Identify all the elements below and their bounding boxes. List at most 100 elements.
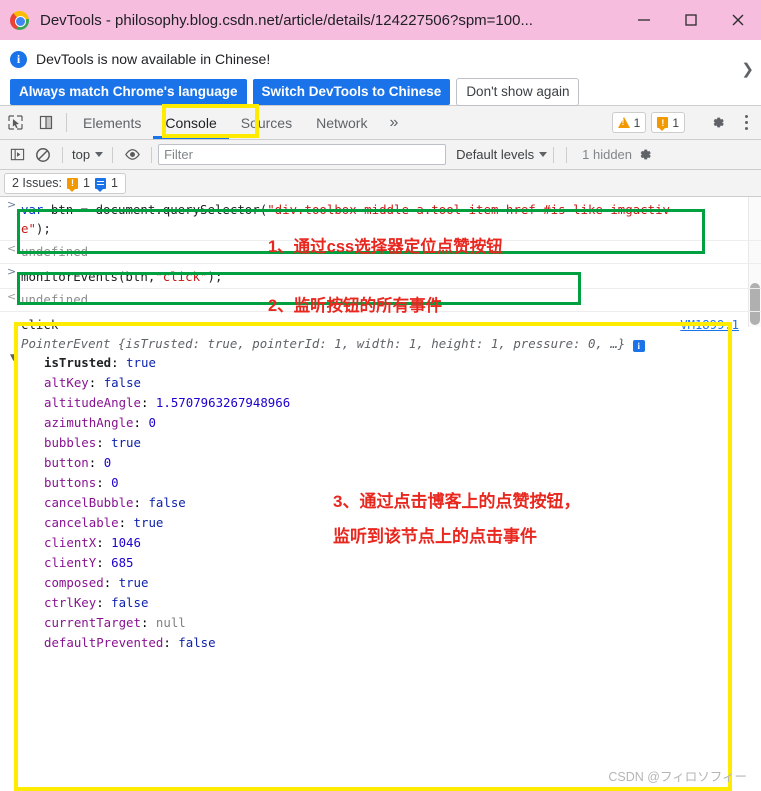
more-tabs-icon[interactable]: » [379,106,408,139]
property-key: cancelable [44,515,119,530]
issues-chip[interactable]: 2 Issues: ! 1 1 [4,172,126,194]
console-toolbar: top Default levels 1 hidden [0,140,761,170]
filter-input[interactable] [158,144,447,165]
toolbar-divider [66,113,67,132]
property-value: 1046 [111,535,141,550]
tab-sources[interactable]: Sources [229,106,304,139]
code-token-plain: ); [207,269,223,284]
monitored-event-log: click VM1899:1 ▼ PointerEvent {isTrusted… [0,312,761,657]
property-row[interactable]: altitudeAngle: 1.5707963267948966 [44,393,761,413]
property-colon: : [96,535,112,550]
warning-triangle-icon [617,117,630,128]
dont-show-again-button[interactable]: Don't show again [456,78,580,106]
event-object-summary-text: PointerEvent {isTrusted: true, pointerId… [21,336,626,351]
issue-count-badge[interactable]: ! 1 [651,112,685,133]
execution-context-selector[interactable]: top [69,147,106,162]
property-row[interactable]: ctrlKey: false [44,593,761,613]
property-value: true [133,515,164,530]
property-row[interactable]: defaultPrevented: false [44,633,761,653]
expand-arrow-icon[interactable]: ▼ [10,353,17,363]
event-source-link[interactable]: VM1899:1 [680,318,739,332]
console-result-text: undefined [21,292,89,307]
code-token-plain: ); [35,221,51,236]
property-colon: : [96,555,112,570]
tab-console[interactable]: Console [153,106,230,139]
live-expression-eye-icon[interactable] [119,142,145,168]
property-row[interactable]: composed: true [44,573,761,593]
property-colon: : [89,655,104,657]
log-levels-label: Default levels [456,147,535,162]
property-value: 685 [111,555,134,570]
property-row[interactable]: button: 0 [44,453,761,473]
property-value: false [103,375,141,390]
console-sidebar-icon[interactable] [4,142,30,168]
property-value: false [178,635,216,650]
property-row[interactable]: bubbles: true [44,433,761,453]
property-row[interactable]: buttons: 0 [44,473,761,493]
property-row[interactable]: isTrusted: true [44,353,761,373]
code-token-plain: monitorEvents(btn, [21,269,156,284]
execution-context-label: top [72,147,91,162]
property-key: detail [44,655,89,657]
close-icon[interactable] [714,0,761,40]
property-row[interactable]: cancelBubble: false [44,493,761,513]
chevron-right-icon[interactable]: ❯ [741,62,754,77]
clear-console-icon[interactable] [30,142,56,168]
device-toolbar-icon[interactable] [31,106,62,139]
property-value: null [155,615,186,630]
property-row[interactable]: altKey: false [44,373,761,393]
property-row[interactable]: cancelable: true [44,513,761,533]
notification-message: DevTools is now available in Chinese! [36,51,271,67]
console-input-row[interactable]: > var btn = document.querySelector("div.… [0,197,761,241]
property-value: false [148,495,186,510]
property-row[interactable]: clientY: 685 [44,553,761,573]
property-key: currentTarget [44,615,141,630]
property-key: clientX [44,535,97,550]
property-key: ctrlKey [44,595,97,610]
property-value: 0 [148,415,156,430]
kebab-menu-icon[interactable] [735,115,757,130]
console-input-code: var btn = document.querySelector("div.to… [21,200,761,238]
csdn-watermark: CSDN @フィロソフィー [608,770,747,784]
property-row[interactable]: currentTarget: null [44,613,761,633]
property-row[interactable]: clientX: 1046 [44,533,761,553]
warning-count-label: 1 [633,115,641,130]
property-key: cancelBubble [44,495,134,510]
property-colon: : [88,455,104,470]
console-result-row: < undefined [0,241,761,264]
window-controls [620,0,761,40]
console-input-row[interactable]: > monitorEvents(btn,"click"); [0,264,761,289]
result-chevron-icon: < [7,290,17,303]
tab-elements[interactable]: Elements [71,106,153,139]
property-key: button [44,455,89,470]
log-levels-selector[interactable]: Default levels [456,147,548,162]
property-row[interactable]: azimuthAngle: 0 [44,413,761,433]
issue-count-label: 1 [672,115,679,130]
console-output-area[interactable]: > var btn = document.querySelector("div.… [0,197,761,657]
console-result-text: undefined [21,244,89,259]
chevron-down-icon [539,152,548,157]
issues-warning-count: 1 [83,176,90,190]
inspect-cursor-icon[interactable] [0,106,31,139]
property-colon: : [96,435,112,450]
info-badge-icon[interactable]: i [632,340,645,352]
property-value: 0 [103,455,112,470]
window-title-bar: DevTools - philosophy.blog.csdn.net/arti… [0,0,761,40]
gear-icon[interactable] [704,114,730,131]
property-value: true [111,435,141,450]
toolbar-divider [62,146,63,163]
always-match-language-button[interactable]: Always match Chrome's language [10,79,247,105]
property-row[interactable]: detail: 1 [44,653,761,657]
switch-devtools-to-chinese-button[interactable]: Switch DevTools to Chinese [252,79,451,105]
property-colon: : [133,495,149,510]
tab-network[interactable]: Network [304,106,379,139]
notification-message-row: i DevTools is now available in Chinese! [10,48,751,70]
minimize-icon[interactable] [620,0,667,40]
warning-count-badge[interactable]: 1 [611,112,647,133]
gear-icon[interactable] [632,146,656,163]
issue-warning-icon: ! [657,117,669,131]
maximize-icon[interactable] [667,0,714,40]
chrome-logo-icon [10,10,29,30]
code-token-keyword: var [21,202,51,217]
toolbar-divider [112,146,114,163]
